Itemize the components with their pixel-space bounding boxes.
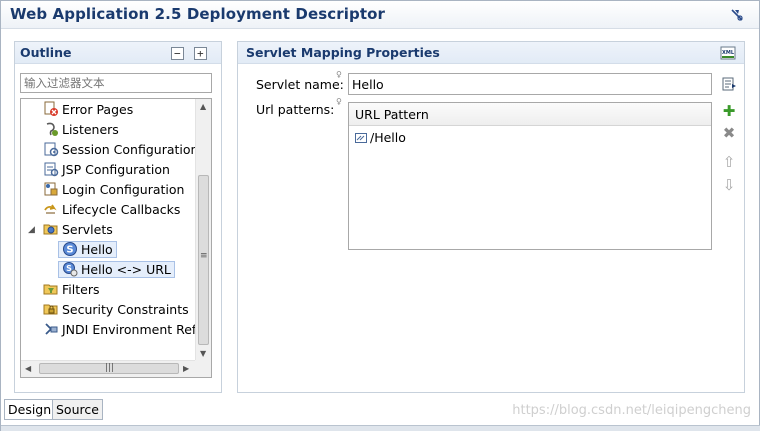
url-pattern-column-label: URL Pattern [355,107,429,122]
tab-source[interactable]: Source [52,399,103,420]
url-pattern-icon [355,133,367,143]
deployment-descriptor-editor: Web Application 2.5 Deployment Descripto… [0,0,760,431]
tree-item-label: Security Constraints [62,302,189,317]
tree-item-jsp-configuration[interactable]: JSP Configuration [43,160,170,180]
scroll-up-arrow-icon[interactable]: ▲ [200,102,206,111]
outline-tree-box: Error Pages Listeners Session Configurat… [20,98,212,378]
tab-design[interactable]: Design [4,399,56,420]
tree-item-jndi-environment-ref[interactable]: JNDI Environment Ref [43,320,195,340]
tree-item-hello-box: S Hello [58,241,117,258]
collapse-all-button[interactable]: − [171,47,184,60]
url-pattern-value: /Hello [370,130,406,145]
move-up-icon[interactable]: ⇧ [721,154,737,170]
watermark: https://blog.csdn.net/leiqipengcheng [512,403,751,418]
session-config-icon [44,142,59,157]
svg-text:S: S [66,245,73,256]
url-pattern-row[interactable]: /Hello [355,130,406,145]
outline-title: Outline [20,45,72,60]
tree-item-hello[interactable]: S Hello [58,240,117,260]
tree-horizontal-scrollbar[interactable]: ◀ ||| ▶ [21,360,195,377]
editor-title: Web Application 2.5 Deployment Descripto… [10,5,385,23]
tree-item-label: Hello [81,242,113,257]
filters-icon [43,284,58,295]
scroll-grip-icon: ||| [105,363,115,373]
url-pattern-table[interactable]: URL Pattern /Hello [348,102,712,250]
outline-tree: Error Pages Listeners Session Configurat… [21,99,195,361]
tree-item-label: Lifecycle Callbacks [62,202,181,217]
info-decorator-icon: ♀ [336,97,342,106]
servlet-name-field[interactable] [348,73,712,95]
servlet-mapping-properties-section: Servlet Mapping Properties XML Servlet n… [237,41,745,393]
servlets-folder-icon [43,224,58,235]
editor-title-bar: Web Application 2.5 Deployment Descripto… [1,1,759,29]
scroll-right-arrow-icon[interactable]: ▶ [183,364,189,373]
tree-vertical-scrollbar[interactable]: ▲ ≡ ▼ [195,99,211,361]
servlet-mapping-icon: S [63,262,78,277]
tree-item-lifecycle-callbacks[interactable]: Lifecycle Callbacks [43,200,180,220]
tree-item-label: Servlets [62,222,113,237]
filter-field[interactable] [20,73,212,93]
scroll-corner [195,360,211,377]
info-decorator-icon: ♀ [336,70,342,79]
tree-item-label: JSP Configuration [62,162,170,177]
tree-item-error-pages[interactable]: Error Pages [43,100,133,120]
servlet-name-label: Servlet name: [256,77,344,92]
collapse-servlets-chevron-icon[interactable]: ◢ [28,225,35,235]
outline-header: Outline − + [15,42,221,64]
url-patterns-label: Url patterns: [256,102,335,117]
tree-item-hello-url-mapping[interactable]: S Hello <-> URL [58,260,175,280]
scroll-left-arrow-icon[interactable]: ◀ [25,364,31,373]
jsp-config-icon [44,162,59,177]
expand-all-button[interactable]: + [194,47,207,60]
login-config-icon [44,182,58,196]
xml-source-icon[interactable]: XML [720,46,736,60]
filter-input[interactable] [21,74,211,92]
tree-item-label: Error Pages [62,102,134,117]
svg-text:XML: XML [722,50,735,56]
lifecycle-icon [44,204,57,214]
browse-servlet-icon[interactable] [721,76,737,92]
bottom-panel-strip [1,425,760,431]
error-pages-icon [44,101,58,116]
expand-all-icon: + [197,47,204,60]
tree-item-filters[interactable]: Filters [43,280,99,300]
help-icon[interactable] [729,7,745,23]
collapse-all-icon: − [174,47,181,60]
tree-item-session-configuration[interactable]: Session Configuration [43,140,195,160]
outline-section: Outline − + Error Pages [14,41,222,393]
servlet-name-input[interactable] [349,74,711,94]
tree-item-security-constraints[interactable]: Security Constraints [43,300,189,320]
properties-header: Servlet Mapping Properties XML [238,42,744,64]
tree-item-mapping-box: S Hello <-> URL [58,261,175,278]
tree-item-listeners[interactable]: Listeners [43,120,119,140]
jndi-icon [45,323,58,335]
tree-item-label: JNDI Environment Ref [62,322,195,337]
move-down-icon[interactable]: ⇩ [721,177,737,193]
tree-item-label: Session Configuration [62,142,195,157]
tree-item-login-configuration[interactable]: Login Configuration [43,180,184,200]
remove-pattern-icon[interactable]: ✖ [721,125,737,141]
servlet-icon: S [63,242,77,256]
tree-item-label: Login Configuration [62,182,185,197]
scroll-grip-icon: ≡ [200,251,207,261]
listeners-icon [46,122,58,136]
tree-item-label: Hello <-> URL [81,262,171,277]
url-pattern-column-header[interactable]: URL Pattern [349,103,711,126]
security-icon [43,304,58,315]
scroll-down-arrow-icon[interactable]: ▼ [200,349,206,358]
add-pattern-icon[interactable]: ✚ [721,103,737,119]
tree-item-servlets[interactable]: Servlets [43,220,113,240]
tree-item-label: Listeners [62,122,119,137]
tree-item-label: Filters [62,282,100,297]
properties-title: Servlet Mapping Properties [246,45,440,60]
